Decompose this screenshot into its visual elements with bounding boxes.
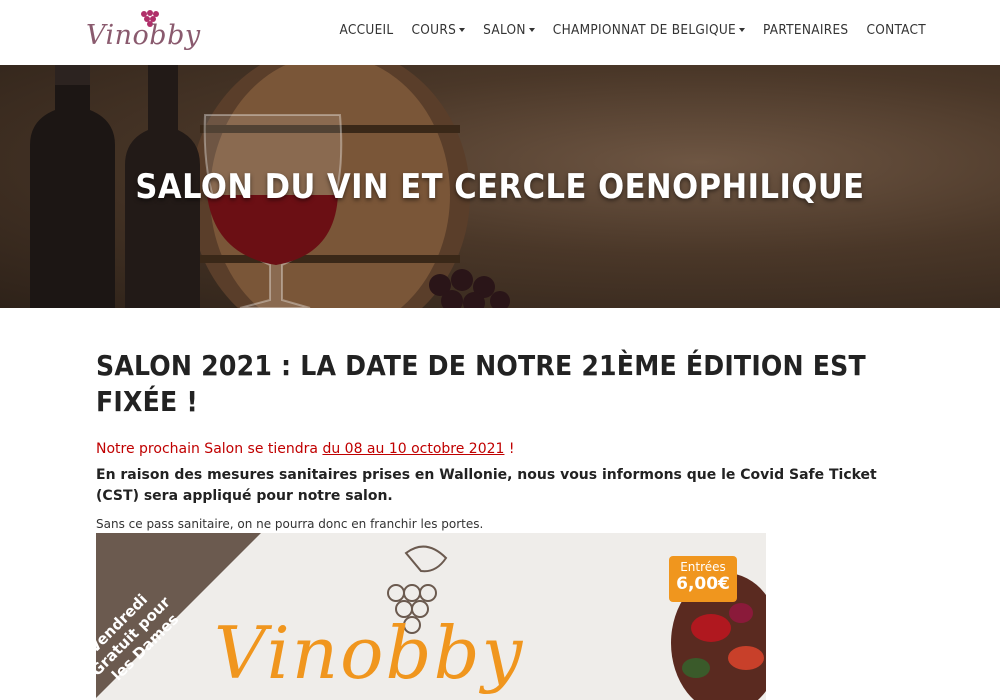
- nav-label: SALON: [483, 22, 526, 38]
- nav-championnat[interactable]: CHAMPIONNAT DE BELGIQUE: [552, 22, 746, 38]
- price-label: Entrées: [680, 560, 726, 574]
- caret-down-icon: [459, 28, 466, 32]
- nav-partenaires[interactable]: PARTENAIRES: [763, 22, 848, 38]
- covid-notice: En raison des mesures sanitaires prises …: [96, 466, 877, 505]
- nav-label: ACCUEIL: [339, 22, 394, 38]
- announce-prefix: Notre prochain Salon se tiendra: [96, 440, 323, 457]
- article-content: SALON 2021 : LA DATE DE NOTRE 21ÈME ÉDIT…: [96, 330, 906, 555]
- nav-label: COURS: [411, 22, 457, 38]
- nav-accueil[interactable]: ACCUEIL: [339, 22, 393, 38]
- salon-date-link[interactable]: du 08 au 10 octobre 2021: [322, 441, 504, 457]
- navbar: Vinobby ACCUEIL COURS SALON CHAMPIONNAT …: [0, 0, 1000, 65]
- salon-date-announcement: Notre prochain Salon se tiendra du 08 au…: [96, 441, 906, 457]
- article-headline: SALON 2021 : LA DATE DE NOTRE 21ÈME ÉDIT…: [96, 349, 866, 419]
- poster-brand: Vinobby: [214, 611, 525, 695]
- nav-label: PARTENAIRES: [763, 22, 849, 38]
- announce-suffix: !: [504, 440, 515, 457]
- logo-text: Vinobby: [86, 20, 201, 51]
- nav-contact[interactable]: CONTACT: [866, 22, 926, 38]
- nav-cours[interactable]: COURS: [412, 22, 466, 38]
- price-value: 6,00€: [676, 574, 730, 594]
- caret-down-icon: [528, 28, 535, 32]
- pass-note: Sans ce pass sanitaire, on ne pourra don…: [96, 517, 484, 532]
- nav-salon[interactable]: SALON: [483, 22, 535, 38]
- hero-title: SALON DU VIN ET CERCLE OENOPHILIQUE: [135, 167, 865, 207]
- site-logo[interactable]: Vinobby: [80, 6, 200, 58]
- main-nav: ACCUEIL COURS SALON CHAMPIONNAT DE BELGI…: [339, 22, 926, 38]
- caret-down-icon: [739, 28, 746, 32]
- nav-label: CHAMPIONNAT DE BELGIQUE: [552, 22, 737, 38]
- hero-banner: SALON DU VIN ET CERCLE OENOPHILIQUE: [0, 65, 1000, 308]
- salon-poster[interactable]: Vendredi Gratuit pour les Dames Vinobby …: [96, 533, 766, 700]
- nav-label: CONTACT: [866, 22, 926, 38]
- poster-price-badge: Entrées 6,00€: [669, 556, 737, 602]
